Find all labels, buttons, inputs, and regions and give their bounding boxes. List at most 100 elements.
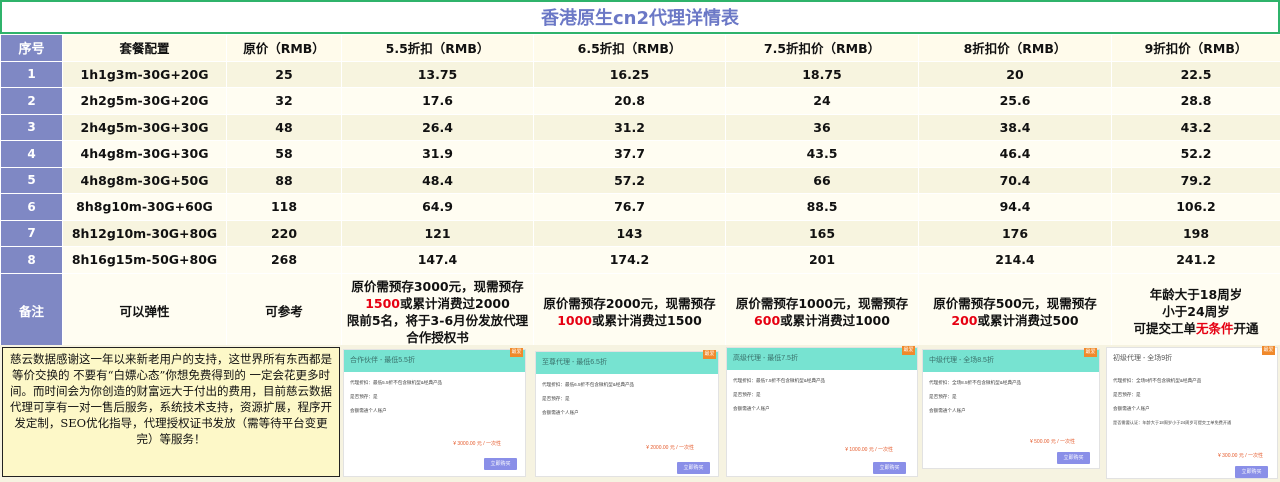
row-price-75: 66 [725, 166, 919, 194]
header-80-discount: 8折扣价（RMB） [918, 34, 1112, 62]
buy-button[interactable]: 立即购买 [484, 458, 517, 470]
row-price-55: 121 [341, 219, 534, 247]
row-price-65: 20.8 [533, 87, 726, 115]
row-price-90: 43.2 [1111, 113, 1280, 141]
header-90-discount: 9折扣价（RMB） [1111, 34, 1280, 62]
row-original-price: 25 [226, 60, 342, 88]
row-price-90: 198 [1111, 219, 1280, 247]
card-line: 代理折扣：最低5.5折不包含微机型&经典产品 [350, 380, 443, 385]
card-line: 是否预存：是 [733, 392, 761, 397]
buy-button[interactable]: 立即购买 [1057, 452, 1090, 464]
card-price: ¥ 300.00 元 / 一次性 [1217, 453, 1263, 459]
header-65-discount: 6.5折扣（RMB） [533, 34, 726, 62]
row-config: 2h2g5m-30G+20G [62, 87, 227, 115]
row-price-75: 24 [725, 87, 919, 115]
card-line: 是否需要认证：年龄大于18周岁小于24周岁可提交工单免费开通 [1113, 420, 1232, 425]
row-price-65: 174.2 [533, 246, 726, 274]
notes-label: 备注 [0, 272, 63, 351]
row-config: 8h8g10m-30G+60G [62, 193, 227, 221]
header-index: 序号 [0, 34, 63, 62]
row-price-65: 37.7 [533, 140, 726, 168]
plan-card-supreme: 至尊代理 - 最低6.5折 最爱 代理折扣：最低6.5折不包含微机型&经典产品 … [535, 350, 719, 477]
row-price-80: 25.6 [918, 87, 1112, 115]
row-config: 2h4g5m-30G+30G [62, 113, 227, 141]
header-row: 序号 套餐配置 原价（RMB） 5.5折扣（RMB） 6.5折扣（RMB） 7.… [0, 34, 1280, 62]
table-row: 5 4h8g8m-30G+50G 88 48.4 57.2 66 70.4 79… [0, 166, 1280, 194]
table-row: 6 8h8g10m-30G+60G 118 64.9 76.7 88.5 94.… [0, 193, 1280, 221]
buy-button[interactable]: 立即购买 [677, 462, 710, 474]
table-row: 4 4h4g8m-30G+30G 58 31.9 37.7 43.5 46.4 … [0, 140, 1280, 168]
row-price-75: 43.5 [725, 140, 919, 168]
row-price-55: 64.9 [341, 193, 534, 221]
card-line: 代理折扣：全场8.5折不包含微机型&经典产品 [929, 380, 1022, 385]
row-price-75: 165 [725, 219, 919, 247]
plan-card-mid: 中级代理 - 全场8.5折 最爱 代理折扣：全场8.5折不包含微机型&经典产品 … [922, 348, 1100, 469]
card-line: 会额需通个人账户 [929, 408, 966, 413]
card-title: 初级代理 - 全场9折 [1107, 348, 1277, 370]
row-original-price: 32 [226, 87, 342, 115]
table-row: 7 8h12g10m-30G+80G 220 121 143 165 176 1… [0, 219, 1280, 247]
row-price-90: 79.2 [1111, 166, 1280, 194]
card-line: 会额需通个人账户 [350, 408, 387, 413]
buy-button[interactable]: 立即购买 [873, 462, 906, 474]
card-line: 是否预存：是 [1113, 392, 1141, 397]
card-price: ¥ 1000.00 元 / 一次性 [845, 447, 893, 453]
row-price-80: 46.4 [918, 140, 1112, 168]
notes-80: 原价需预存500元，现需预存 200或累计消费过500 [918, 272, 1112, 351]
thanks-message: 慈云数据感谢这一年以来新老用户的支持，这世界所有东西都是等价交换的 不要有“白嫖… [2, 347, 340, 477]
plan-card-junior: 初级代理 - 全场9折 最爱 代理折扣：全场9折不包含微机型&经典产品 是否预存… [1106, 346, 1278, 479]
row-price-75: 201 [725, 246, 919, 274]
card-price: ¥ 2000.00 元 / 一次性 [646, 445, 694, 451]
header-config: 套餐配置 [62, 34, 227, 62]
card-line: 代理折扣：全场9折不包含微机型&经典产品 [1113, 378, 1202, 383]
row-config: 4h4g8m-30G+30G [62, 140, 227, 168]
row-price-65: 76.7 [533, 193, 726, 221]
page-title: 香港原生cn2代理详情表 [540, 8, 739, 29]
row-index: 6 [0, 193, 63, 221]
header-75-discount: 7.5折扣价（RMB） [725, 34, 919, 62]
card-title: 合作伙伴 - 最低5.5折 [344, 350, 525, 372]
row-price-80: 38.4 [918, 113, 1112, 141]
row-index: 7 [0, 219, 63, 247]
card-line: 是否预存：是 [542, 396, 570, 401]
notes-65: 原价需预存2000元，现需预存 1000或累计消费过1500 [533, 272, 726, 351]
card-title: 至尊代理 - 最低6.5折 [536, 352, 718, 374]
row-price-65: 57.2 [533, 166, 726, 194]
card-price: ¥ 500.00 元 / 一次性 [1029, 439, 1075, 445]
notes-original: 可参考 [226, 272, 342, 351]
card-badge: 最爱 [1084, 348, 1097, 357]
row-price-90: 52.2 [1111, 140, 1280, 168]
row-index: 2 [0, 87, 63, 115]
row-price-55: 31.9 [341, 140, 534, 168]
row-config: 8h16g15m-50G+80G [62, 246, 227, 274]
row-price-80: 20 [918, 60, 1112, 88]
card-title: 中级代理 - 全场8.5折 [923, 350, 1099, 372]
row-original-price: 118 [226, 193, 342, 221]
card-line: 是否预存：是 [350, 394, 378, 399]
card-line: 代理折扣：最低6.5折不包含微机型&经典产品 [542, 382, 635, 387]
card-title: 高级代理 - 最低7.5折 [727, 348, 917, 370]
row-index: 8 [0, 246, 63, 274]
price-table: 序号 套餐配置 原价（RMB） 5.5折扣（RMB） 6.5折扣（RMB） 7.… [0, 34, 1280, 351]
row-original-price: 268 [226, 246, 342, 274]
row-index: 4 [0, 140, 63, 168]
row-price-80: 176 [918, 219, 1112, 247]
card-line: 会额需通个人账户 [542, 410, 579, 415]
card-line: 会额需通个人账户 [1113, 406, 1150, 411]
row-price-75: 36 [725, 113, 919, 141]
card-line: 会额需通个人账户 [733, 406, 770, 411]
row-price-80: 70.4 [918, 166, 1112, 194]
buy-button[interactable]: 立即购买 [1235, 466, 1268, 478]
row-config: 8h12g10m-30G+80G [62, 219, 227, 247]
notes-75: 原价需预存1000元，现需预存 600或累计消费过1000 [725, 272, 919, 351]
table-row: 3 2h4g5m-30G+30G 48 26.4 31.2 36 38.4 43… [0, 113, 1280, 141]
row-config: 4h8g8m-30G+50G [62, 166, 227, 194]
table-row: 8 8h16g15m-50G+80G 268 147.4 174.2 201 2… [0, 246, 1280, 274]
row-price-65: 16.25 [533, 60, 726, 88]
plan-card-senior: 高级代理 - 最低7.5折 最爱 代理折扣：最低7.5折不包含微机型&经典产品 … [726, 346, 918, 477]
row-original-price: 220 [226, 219, 342, 247]
row-price-75: 88.5 [725, 193, 919, 221]
row-price-90: 22.5 [1111, 60, 1280, 88]
card-badge: 最爱 [703, 350, 716, 359]
notes-config: 可以弹性 [62, 272, 227, 351]
